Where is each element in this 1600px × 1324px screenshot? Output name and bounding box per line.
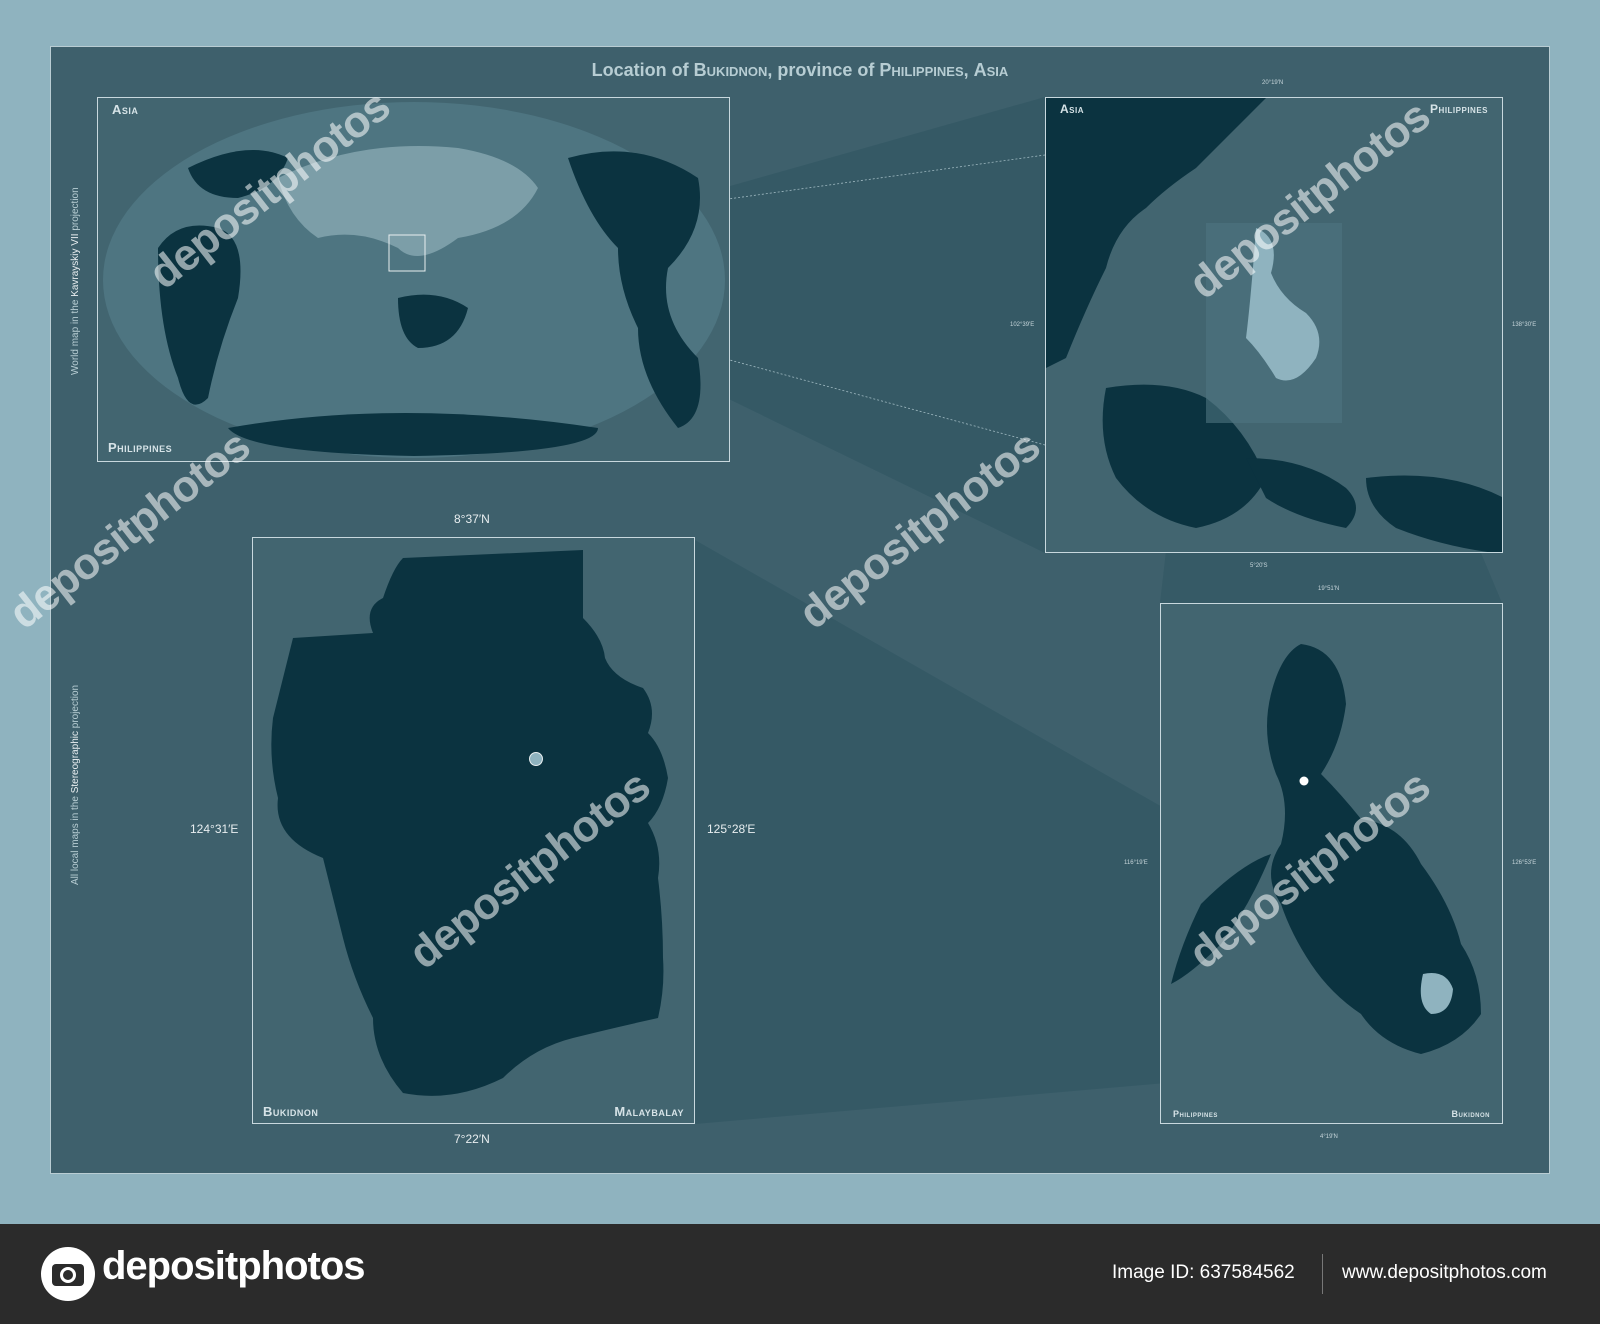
region-lat-bottom: 5°20'S <box>1250 563 1268 569</box>
world-label-bottom-left: Philippines <box>108 440 173 455</box>
country-lat-top: 19°51'N <box>1318 586 1340 592</box>
capital-dot <box>1299 776 1309 786</box>
province-label-bottom-left: Bukidnon <box>263 1104 319 1119</box>
country-lon-right: 126°53'E <box>1512 860 1537 866</box>
region-lat-top: 20°19'N <box>1262 80 1284 86</box>
region-map-panel: Asia Philippines <box>1045 97 1503 553</box>
brand-logo-text: depositphotos <box>102 1244 366 1288</box>
world-label-top-left: Asia <box>112 102 139 117</box>
province-lat-bottom: 7°22′N <box>454 1132 490 1146</box>
footer-bar: depositphotos Image ID: 637584562 www.de… <box>0 1224 1600 1324</box>
region-lon-left: 102°39'E <box>1010 322 1035 328</box>
footer-divider <box>1322 1254 1323 1294</box>
country-lon-left: 116°19'E <box>1124 860 1148 866</box>
malaybalay-marker <box>529 752 543 766</box>
province-map <box>271 550 668 1096</box>
province-lon-left: 124°31′E <box>190 822 239 836</box>
country-label-bottom-left: Philippines <box>1173 1109 1218 1119</box>
province-lat-top: 8°37′N <box>454 512 490 526</box>
region-label-top-right: Philippines <box>1430 102 1488 116</box>
region-lon-right: 138°30'E <box>1512 322 1537 328</box>
country-lat-bottom: 4°19'N <box>1320 1134 1338 1140</box>
province-lon-right: 125°28′E <box>707 822 756 836</box>
camera-logo-icon <box>41 1247 95 1301</box>
country-label-bottom-right: Bukidnon <box>1451 1109 1490 1119</box>
region-label-top-left: Asia <box>1060 102 1085 116</box>
province-map-panel: Bukidnon Malaybalay <box>252 537 695 1124</box>
sulawesi-shape <box>1246 458 1356 528</box>
province-label-bottom-right: Malaybalay <box>614 1104 684 1119</box>
region-map <box>1046 98 1502 552</box>
image-id: Image ID: 637584562 <box>1112 1262 1295 1283</box>
new-guinea-shape <box>1366 475 1502 552</box>
site-link[interactable]: www.depositphotos.com <box>1342 1262 1547 1284</box>
